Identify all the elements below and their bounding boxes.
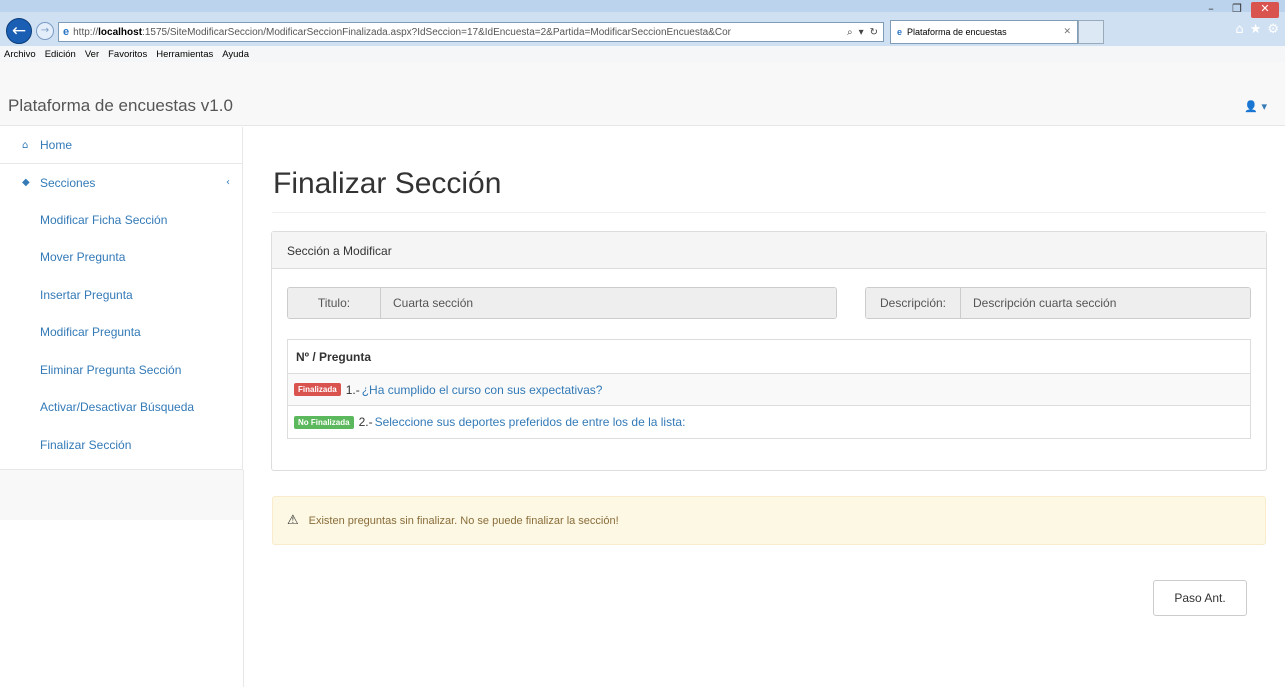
sidebar-item-label: Secciones: [40, 175, 96, 190]
sidebar-item-label: Home: [40, 138, 73, 152]
url-text: http://localhost:1575/SiteModificarSecci…: [73, 26, 731, 38]
address-bar[interactable]: e http://localhost:1575/SiteModificarSec…: [58, 22, 884, 42]
question-link[interactable]: ¿Ha cumplido el curso con sus expectativ…: [362, 383, 603, 397]
favorites-star-icon[interactable]: ★: [1250, 22, 1262, 37]
user-icon: 👤: [1244, 100, 1258, 113]
main-content: Finalizar Sección Sección a Modificar Ti…: [243, 127, 1285, 687]
sidebar-item-eliminar-pregunta[interactable]: Eliminar Pregunta Sección: [0, 351, 242, 389]
menu-favoritos[interactable]: Favoritos: [108, 49, 147, 60]
sidebar-item-secciones[interactable]: ◆ Secciones ‹: [0, 164, 242, 201]
menu-ver[interactable]: Ver: [85, 49, 99, 60]
sidebar-item-modificar-pregunta[interactable]: Modificar Pregunta: [0, 314, 242, 352]
descripcion-field[interactable]: Descripción cuarta sección: [961, 288, 1250, 318]
home-icon: ⌂: [22, 139, 29, 151]
sidebar-footer: [0, 470, 243, 520]
questions-table: Nº / Pregunta Finalizada 1.- ¿Ha cumplid…: [287, 339, 1251, 439]
table-header: Nº / Pregunta: [288, 340, 1250, 374]
sidebar-item-insertar-pregunta[interactable]: Insertar Pregunta: [0, 276, 242, 314]
app-navbar: Plataforma de encuestas v1.0 👤 ▾: [0, 62, 1285, 126]
previous-step-button[interactable]: Paso Ant.: [1153, 580, 1247, 616]
tags-icon: ◆: [22, 177, 30, 188]
section-panel: Sección a Modificar Titulo: Cuarta secci…: [271, 231, 1267, 471]
menu-archivo[interactable]: Archivo: [4, 49, 36, 60]
dropdown-icon[interactable]: ▾: [859, 27, 864, 38]
sidebar-item-finalizar-seccion[interactable]: Finalizar Sección: [0, 426, 242, 464]
browser-titlebar: [0, 0, 1285, 12]
search-icon[interactable]: ⌕: [847, 27, 853, 38]
chevron-left-icon: ‹: [226, 177, 230, 188]
ie-page-icon: e: [63, 26, 70, 38]
user-menu[interactable]: 👤 ▾: [1244, 100, 1267, 113]
forward-arrow-icon[interactable]: →: [36, 22, 54, 40]
refresh-icon[interactable]: ↻: [870, 27, 878, 38]
browser-chrome: – ❐ ✕ ← → e http://localhost:1575/SiteMo…: [0, 0, 1285, 62]
menu-herramientas[interactable]: Herramientas: [156, 49, 213, 60]
app-brand[interactable]: Plataforma de encuestas v1.0: [8, 96, 233, 116]
nav-row: ← → e http://localhost:1575/SiteModifica…: [0, 14, 1285, 46]
browser-right-icons: ⌂ ★ ⚙: [1235, 22, 1279, 37]
question-number: 1.-: [345, 382, 360, 397]
new-tab-button[interactable]: [1078, 20, 1104, 44]
alert-text: Existen preguntas sin finalizar. No se p…: [308, 514, 619, 527]
question-link[interactable]: Seleccione sus deportes preferidos de en…: [375, 415, 686, 429]
browser-menubar: Archivo Edición Ver Favoritos Herramient…: [0, 46, 1285, 62]
browser-tab[interactable]: e Plataforma de encuestas ✕: [890, 20, 1078, 44]
sidebar-item-mover-pregunta[interactable]: Mover Pregunta: [0, 239, 242, 277]
page-title: Finalizar Sección: [273, 167, 502, 200]
menu-edicion[interactable]: Edición: [45, 49, 76, 60]
tab-title: Plataforma de encuestas: [907, 27, 1007, 37]
tab-close-icon[interactable]: ✕: [1063, 27, 1071, 37]
titulo-group: Titulo: Cuarta sección: [287, 287, 837, 319]
warning-icon: ⚠: [287, 513, 299, 528]
sidebar: ⌂ Home ◆ Secciones ‹ Modificar Ficha Sec…: [0, 127, 243, 470]
descripcion-group: Descripción: Descripción cuarta sección: [865, 287, 1251, 319]
sidebar-item-modificar-ficha[interactable]: Modificar Ficha Sección: [0, 201, 242, 239]
status-badge: No Finalizada: [294, 415, 354, 429]
sidebar-item-activar-busqueda[interactable]: Activar/Desactivar Búsqueda: [0, 389, 242, 427]
question-number: 2.-: [358, 415, 373, 429]
table-row: Finalizada 1.- ¿Ha cumplido el curso con…: [288, 374, 1250, 406]
address-tools: ⌕ ▾ ↻: [842, 27, 883, 38]
tab-ie-icon: e: [897, 27, 903, 37]
home-icon[interactable]: ⌂: [1235, 22, 1243, 37]
descripcion-label: Descripción:: [866, 288, 961, 318]
title-divider: [272, 212, 1266, 213]
caret-down-icon: ▾: [1261, 100, 1267, 113]
menu-ayuda[interactable]: Ayuda: [222, 49, 249, 60]
status-badge: Finalizada: [294, 383, 341, 396]
titulo-label: Titulo:: [288, 288, 381, 318]
warning-alert: ⚠ Existen preguntas sin finalizar. No se…: [272, 496, 1266, 545]
sidebar-item-home[interactable]: ⌂ Home: [0, 127, 242, 164]
panel-heading: Sección a Modificar: [272, 232, 1266, 269]
table-row: No Finalizada 2.- Seleccione sus deporte…: [288, 406, 1250, 438]
back-arrow-icon[interactable]: ←: [6, 18, 32, 44]
titulo-field[interactable]: Cuarta sección: [381, 288, 836, 318]
gear-icon[interactable]: ⚙: [1267, 22, 1279, 37]
